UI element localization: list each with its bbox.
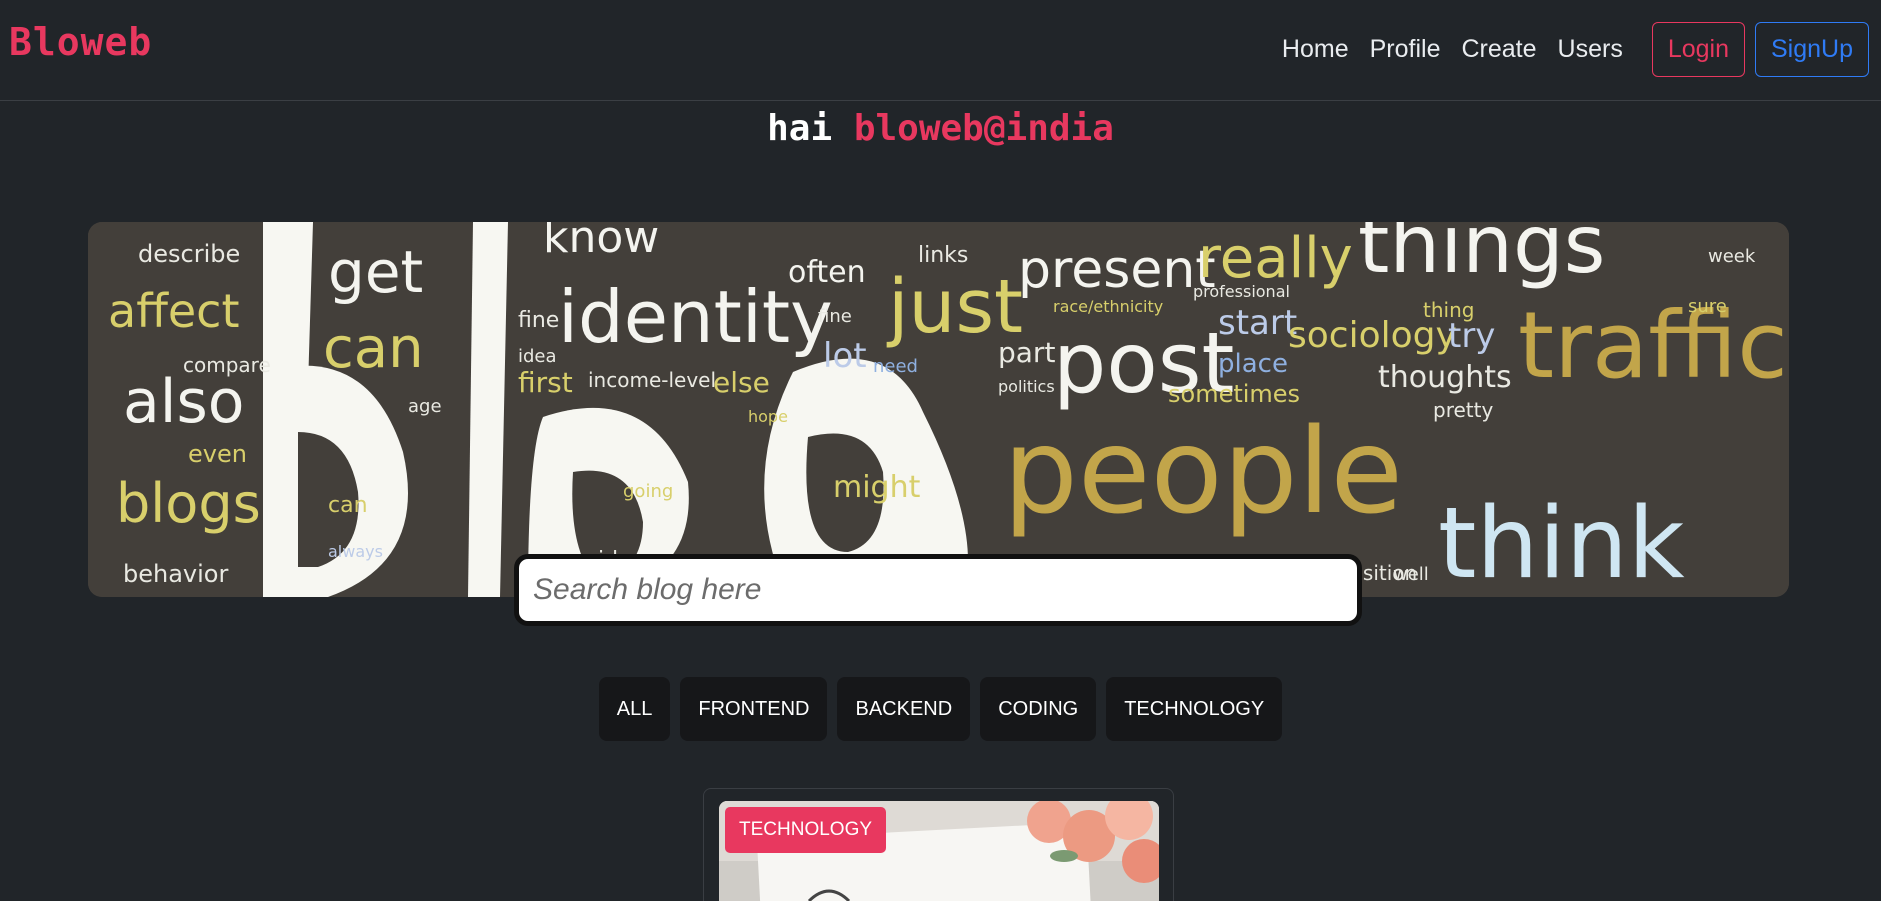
brand-logo[interactable]: Bloweb [9,20,152,64]
hero-banner-image: describe affect compare also even blogs … [88,222,1789,597]
svg-text:present: present [1018,240,1216,300]
nav-link-profile[interactable]: Profile [1370,35,1441,64]
svg-text:need: need [873,356,918,377]
blog-card-image: TECHNOLOGY [719,801,1159,901]
svg-text:income-level: income-level [588,368,716,392]
signup-button[interactable]: SignUp [1755,22,1869,77]
svg-text:sure: sure [1688,296,1727,317]
svg-text:try: try [1448,316,1495,356]
search-input[interactable] [519,559,1357,621]
greeting-username: bloweb@india [853,108,1114,149]
svg-text:can: can [323,316,424,381]
svg-text:also: also [123,367,244,437]
svg-text:well: well [1393,564,1429,585]
svg-text:might: might [833,470,921,505]
svg-text:things: things [1358,222,1605,291]
svg-text:behavior: behavior [123,560,228,588]
svg-text:get: get [328,238,423,306]
nav-link-users[interactable]: Users [1558,35,1623,64]
category-filters: ALL FRONTEND BACKEND CODING TECHNOLOGY [0,677,1881,741]
svg-text:traffic: traffic [1518,292,1788,399]
svg-text:hope: hope [748,407,788,426]
svg-text:age: age [408,396,442,417]
blog-card[interactable]: TECHNOLOGY [703,788,1174,901]
svg-text:even: even [188,440,247,468]
svg-text:politics: politics [998,377,1055,396]
category-badge[interactable]: TECHNOLOGY [725,807,887,853]
svg-text:fine: fine [818,306,852,327]
svg-text:thoughts: thoughts [1378,360,1512,395]
svg-text:lot: lot [823,336,867,376]
svg-text:think: think [1438,487,1685,597]
svg-text:can: can [328,493,368,518]
svg-text:affect: affect [108,284,240,338]
svg-text:going: going [623,481,673,502]
svg-text:first: first [518,366,573,399]
svg-text:start: start [1218,303,1297,343]
navbar: Bloweb Home Profile Create Users Login S… [0,0,1881,101]
svg-text:people: people [1003,402,1403,540]
svg-text:always: always [328,542,383,561]
nav-links: Home Profile Create Users Login SignUp [1282,22,1869,77]
svg-text:know: know [543,222,659,263]
nav-link-create[interactable]: Create [1461,35,1536,64]
svg-text:part: part [998,336,1055,369]
svg-text:blogs: blogs [116,472,261,535]
svg-text:idea: idea [518,346,557,367]
filter-all-button[interactable]: ALL [598,677,671,741]
greeting-heading: hai bloweb@india [0,108,1881,149]
svg-text:fine: fine [518,308,559,333]
svg-text:describe: describe [138,240,240,268]
svg-text:often: often [788,255,866,290]
search-box [514,554,1362,626]
filter-coding-button[interactable]: CODING [980,677,1097,741]
greeting-prefix: hai [767,108,833,149]
svg-text:pretty: pretty [1433,398,1493,422]
svg-text:professional: professional [1193,282,1290,301]
svg-text:else: else [713,366,770,399]
filter-backend-button[interactable]: BACKEND [837,677,971,741]
filter-frontend-button[interactable]: FRONTEND [680,677,828,741]
login-button[interactable]: Login [1651,22,1745,77]
filter-technology-button[interactable]: TECHNOLOGY [1106,677,1283,741]
svg-text:place: place [1218,349,1288,379]
nav-link-home[interactable]: Home [1282,35,1349,64]
blog-word-cloud: describe affect compare also even blogs … [88,222,1789,597]
svg-text:week: week [1708,246,1756,267]
